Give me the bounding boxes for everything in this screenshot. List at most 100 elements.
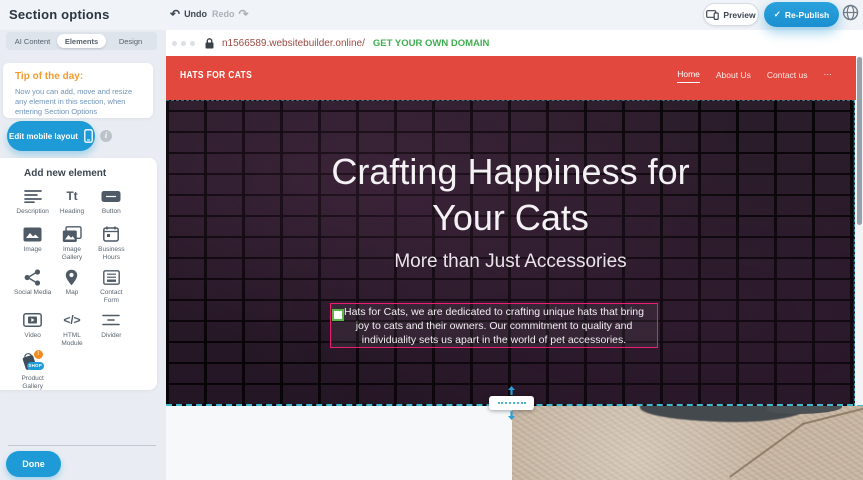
preview-label: Preview: [723, 10, 755, 20]
cat-silhouette-tail: [767, 406, 842, 414]
heading-icon: Tt: [66, 186, 77, 206]
preview-devices-icon: [706, 10, 719, 20]
element-item-button[interactable]: Button: [92, 186, 131, 219]
nav-home[interactable]: Home: [677, 69, 700, 83]
pavement-crack: [729, 422, 804, 477]
element-item-video[interactable]: Video: [13, 310, 52, 348]
redo-label: Redo: [212, 9, 235, 19]
video-icon: [23, 310, 42, 330]
next-section-image[interactable]: [512, 406, 863, 480]
element-item-image-gallery[interactable]: Image Gallery: [52, 224, 91, 262]
edit-mobile-layout-button[interactable]: Edit mobile layout: [7, 121, 95, 151]
browser-dot: [190, 41, 195, 46]
preview-button[interactable]: Preview: [703, 3, 759, 26]
element-item-business-hours[interactable]: Business Hours: [92, 224, 131, 262]
element-item-map[interactable]: Map: [52, 267, 91, 305]
tab-ai-content[interactable]: AI Content: [8, 34, 57, 48]
phone-icon: [84, 129, 93, 143]
drag-handle[interactable]: [332, 309, 344, 321]
hero-title-line2: Your Cats: [166, 195, 855, 241]
scrollbar-thumb[interactable]: [857, 57, 862, 225]
description-icon: [24, 186, 42, 206]
social-media-icon: [24, 267, 41, 287]
lock-icon: [205, 38, 214, 49]
get-own-domain-link[interactable]: GET YOUR OWN DOMAIN: [373, 38, 489, 49]
next-section-blank[interactable]: [166, 406, 512, 480]
top-bar: Section options ↶ Undo Redo ↷ Preview ✓ …: [0, 0, 863, 30]
element-label: Map: [66, 289, 79, 297]
edit-mobile-layout-label: Edit mobile layout: [9, 132, 78, 141]
redo-button[interactable]: Redo ↷: [212, 5, 249, 23]
section-resize-handle[interactable]: [489, 396, 534, 410]
html-module-icon: </>: [63, 310, 80, 330]
redo-icon: ↷: [239, 8, 249, 20]
element-item-social-media[interactable]: Social Media: [13, 267, 52, 305]
shop-label: SHOP: [27, 362, 44, 370]
nav-about-us[interactable]: About Us: [716, 70, 751, 83]
nav-more-icon[interactable]: ⋯: [824, 69, 833, 83]
undo-button[interactable]: ↶ Undo: [170, 5, 207, 23]
new-badge-icon: !: [34, 350, 43, 359]
element-item-divider[interactable]: Divider: [92, 310, 131, 348]
element-item-description[interactable]: Description: [13, 186, 52, 219]
hero-title[interactable]: Crafting Happiness for Your Cats: [166, 149, 855, 241]
info-icon[interactable]: i: [100, 130, 112, 142]
add-element-card: Add new element Description Tt Heading B…: [0, 158, 157, 390]
contact-form-icon: [103, 267, 120, 287]
browser-bar: n1566589.websitebuilder.online/ GET YOUR…: [166, 30, 863, 56]
element-grid: Description Tt Heading Button Image: [13, 186, 131, 391]
hero-paragraph: Hats for Cats, we are dedicated to craft…: [331, 305, 657, 347]
add-element-title: Add new element: [24, 168, 106, 179]
selected-text-element[interactable]: Hats for Cats, we are dedicated to craft…: [330, 303, 658, 348]
image-icon: [23, 224, 42, 244]
element-label: Video: [24, 332, 41, 340]
globe-icon: [842, 4, 859, 21]
check-icon: ✓: [774, 9, 781, 20]
section-right-border: [854, 100, 855, 406]
element-label: Business Hours: [92, 246, 131, 262]
element-item-product-gallery[interactable]: SHOP ! Product Gallery: [13, 353, 52, 391]
tab-design[interactable]: Design: [106, 34, 155, 48]
resize-arrow-down-icon: [507, 411, 516, 420]
tip-of-the-day-card: Tip of the day: Now you can add, move an…: [3, 63, 153, 118]
element-label: Image Gallery: [52, 246, 91, 262]
tab-elements[interactable]: Elements: [57, 34, 106, 48]
panel-tabs: AI Content Elements Design: [6, 32, 157, 50]
site-url[interactable]: n1566589.websitebuilder.online/: [222, 38, 365, 49]
resize-handle-dots: [498, 402, 526, 404]
hero-section[interactable]: Crafting Happiness for Your Cats More th…: [166, 100, 855, 406]
republish-button[interactable]: ✓ Re-Publish: [764, 2, 839, 27]
hero-subtitle[interactable]: More than Just Accessories: [166, 251, 855, 273]
map-pin-icon: [65, 267, 78, 287]
undo-label: Undo: [184, 9, 207, 19]
element-item-image[interactable]: Image: [13, 224, 52, 262]
site-header: HATS FOR CATS Home About Us Contact us ⋯: [166, 56, 856, 100]
product-gallery-icon: SHOP !: [21, 353, 45, 373]
element-item-html-module[interactable]: </> HTML Module: [52, 310, 91, 348]
image-gallery-icon: [62, 224, 82, 244]
element-label: HTML Module: [52, 332, 91, 348]
tip-title: Tip of the day:: [15, 71, 141, 82]
element-label: Heading: [60, 208, 84, 216]
element-item-contact-form[interactable]: Contact Form: [92, 267, 131, 305]
element-label: Contact Form: [92, 289, 131, 305]
element-label: Divider: [101, 332, 121, 340]
republish-label: Re-Publish: [785, 10, 829, 20]
element-label: Description: [16, 208, 49, 216]
site-logo[interactable]: HATS FOR CATS: [180, 70, 252, 81]
hero-title-line1: Crafting Happiness for: [166, 149, 855, 195]
element-label: Social Media: [14, 289, 51, 297]
browser-dot: [172, 41, 177, 46]
divider-icon: [102, 310, 120, 330]
resize-arrow-up-icon: [507, 386, 516, 395]
button-icon: [101, 186, 121, 206]
browser-dot: [181, 41, 186, 46]
undo-icon: ↶: [170, 8, 180, 20]
section-options-panel: AI Content Elements Design Tip of the da…: [0, 30, 166, 480]
tip-body: Now you can add, move and resize any ele…: [15, 87, 141, 117]
business-hours-icon: [103, 224, 119, 244]
nav-contact-us[interactable]: Contact us: [767, 70, 808, 83]
language-globe-button[interactable]: [842, 4, 859, 21]
element-item-heading[interactable]: Tt Heading: [52, 186, 91, 219]
done-button[interactable]: Done: [6, 451, 61, 477]
